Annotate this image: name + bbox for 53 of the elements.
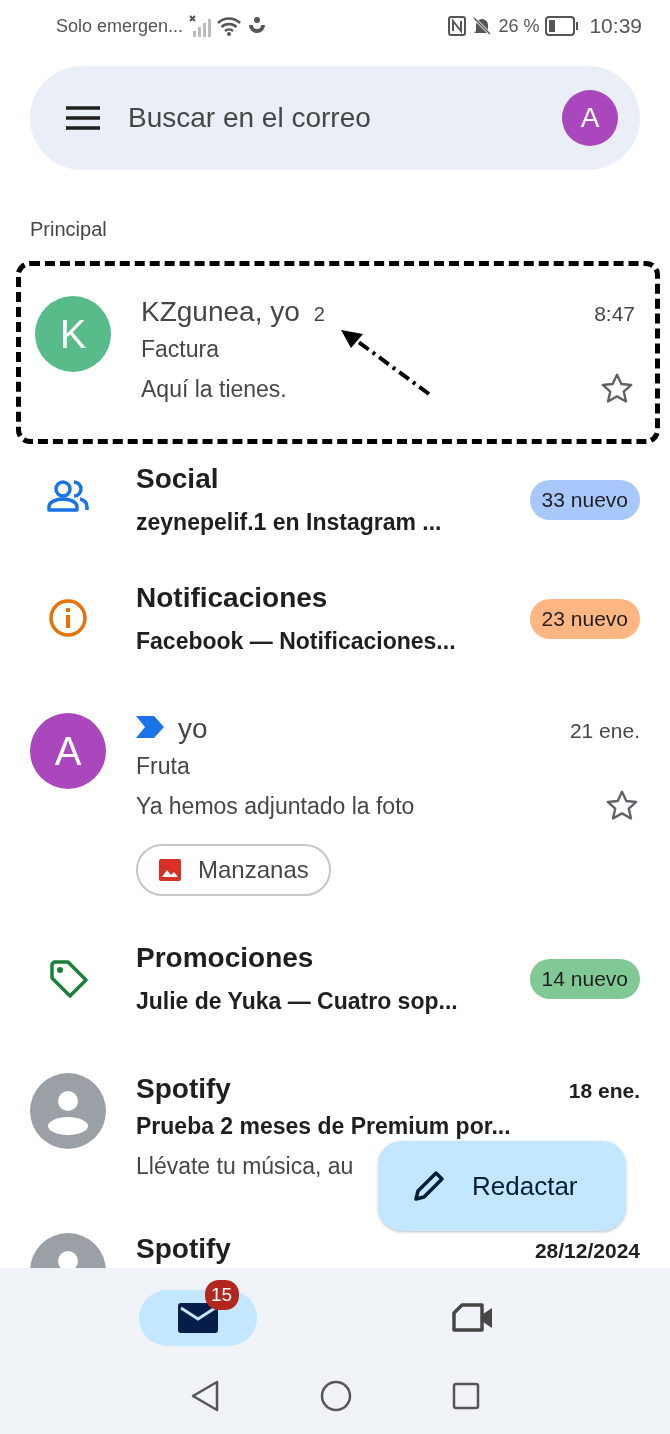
category-title: Promociones	[136, 942, 315, 974]
message-count: 2	[313, 303, 325, 326]
email-time: 21 ene.	[569, 719, 640, 743]
tag-icon	[48, 958, 88, 998]
sender-name: yo	[178, 713, 208, 745]
recents-icon[interactable]	[452, 1382, 480, 1410]
category-title: Notificaciones	[136, 582, 329, 614]
nfc-icon	[448, 16, 467, 36]
smile-icon	[247, 16, 268, 36]
sender-name: KZgunea, yo	[141, 296, 300, 328]
info-icon	[48, 598, 88, 638]
email-time: 8:47	[594, 302, 635, 326]
menu-icon[interactable]	[66, 106, 100, 130]
category-preview: zeynepelif.1 en Instagram ...	[136, 509, 443, 536]
unread-badge: 15	[204, 1280, 239, 1310]
new-count-badge: 23 nuevo	[529, 598, 640, 639]
no-signal-icon	[189, 15, 212, 37]
avatar: K	[35, 296, 111, 372]
email-subject: Fruta	[136, 753, 191, 780]
category-preview: Facebook — Notificaciones...	[136, 628, 457, 655]
mail-icon	[177, 1303, 218, 1333]
email-snippet: Llévate tu música, au	[136, 1152, 354, 1180]
sender-name: Spotify	[136, 1073, 231, 1105]
section-label: Principal	[30, 218, 108, 241]
muted-bell-icon	[472, 16, 493, 36]
back-icon[interactable]	[190, 1380, 220, 1412]
email-subject: Factura	[141, 336, 220, 363]
carrier-text: Solo emergen...	[56, 15, 184, 37]
battery-percent: 26 %	[498, 15, 540, 37]
home-icon[interactable]	[320, 1380, 352, 1412]
people-icon	[47, 479, 89, 513]
category-preview: Julie de Yuka — Cuatro sop...	[136, 988, 459, 1015]
category-title: Social	[136, 463, 220, 495]
email-subject: Prueba 2 meses de Premium por...	[136, 1113, 512, 1140]
video-icon	[451, 1303, 494, 1333]
nav-tab[interactable]	[138, 1290, 257, 1346]
email-snippet: Ya hemos adjuntado la foto	[136, 792, 415, 820]
search-field[interactable]: Buscar en el correo A	[30, 66, 640, 170]
new-count-badge: 33 nuevo	[529, 479, 640, 520]
compose-button[interactable]: Redactar	[378, 1141, 626, 1231]
email-time: 18 ene.	[568, 1079, 640, 1103]
pencil-icon	[412, 1169, 446, 1203]
new-count-badge: 14 nuevo	[529, 958, 640, 999]
account-avatar[interactable]: A	[562, 90, 618, 146]
battery-icon	[545, 16, 580, 36]
wifi-icon	[217, 16, 242, 36]
avatar: A	[30, 713, 106, 789]
attachment-chip[interactable]: Manzanas	[136, 844, 331, 896]
image-icon	[158, 858, 182, 882]
sender-name: Spotify	[136, 1233, 231, 1265]
email-snippet: Aquí la tienes.	[141, 375, 287, 403]
clock: 10:39	[589, 14, 642, 38]
email-time: 28/12/2024	[534, 1239, 640, 1263]
